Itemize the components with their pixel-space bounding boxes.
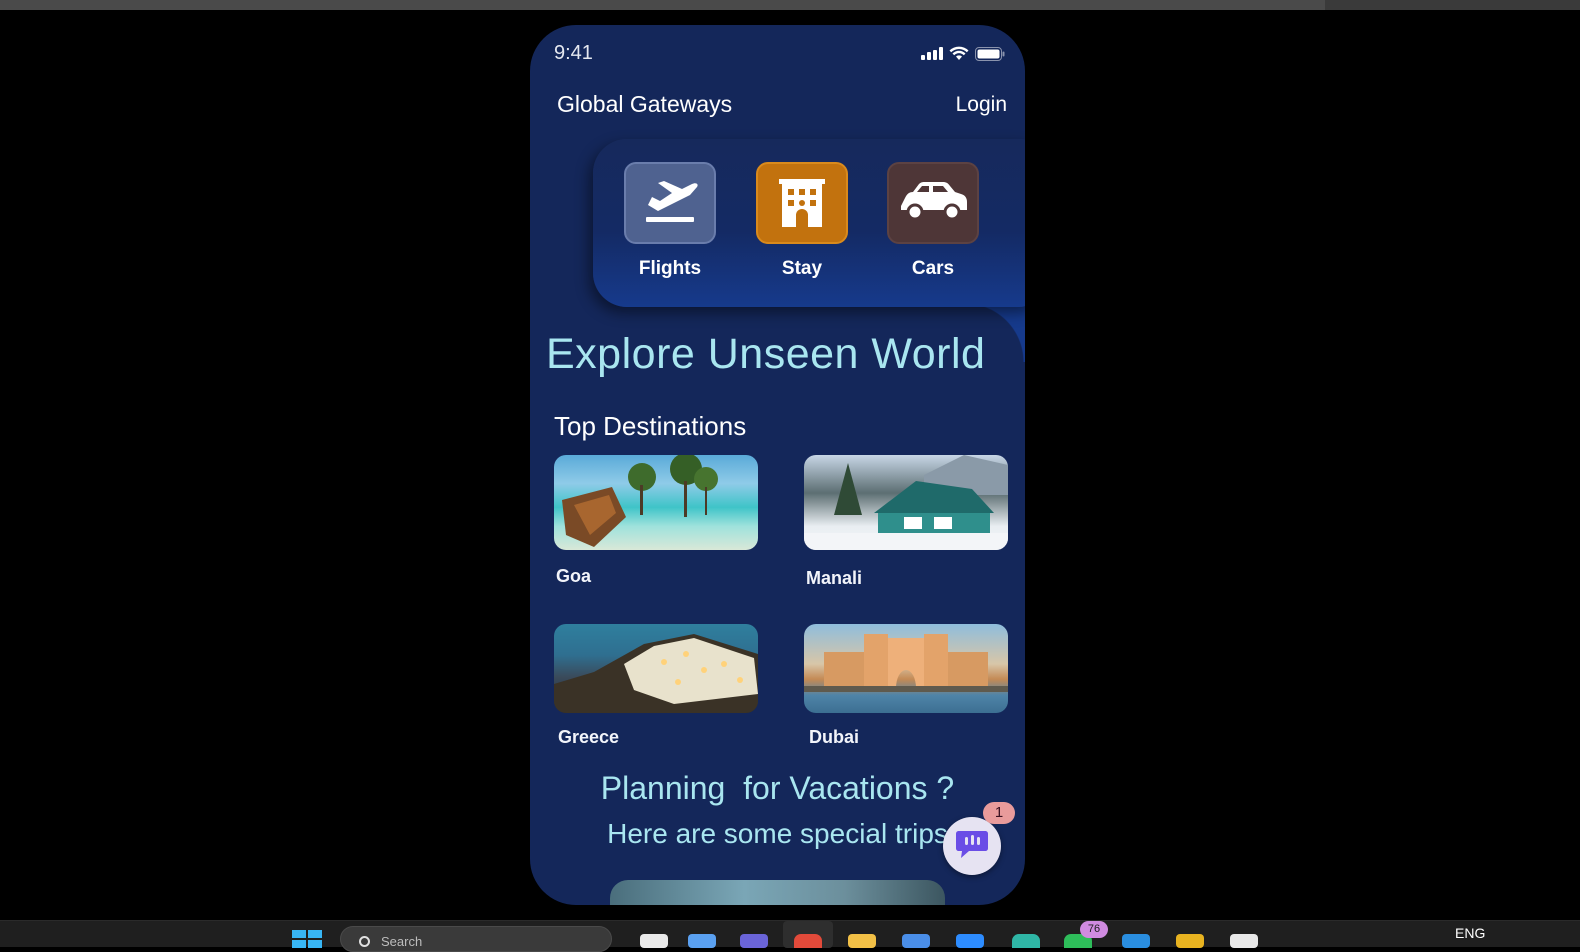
search-icon: [359, 936, 370, 947]
language-indicator[interactable]: ENG: [1455, 925, 1485, 941]
vscode-icon[interactable]: [1122, 934, 1150, 948]
browser-top-strip: [0, 0, 1580, 10]
destination-image-greece: [554, 624, 758, 713]
status-icons: [921, 46, 1005, 61]
teams-icon[interactable]: [740, 934, 768, 948]
service-cars[interactable]: Cars: [878, 162, 988, 280]
promo-title: Planning for Vacations ?: [600, 770, 955, 806]
destination-card-manali[interactable]: Manali: [804, 455, 1008, 589]
taskbar-search-input[interactable]: Search: [340, 926, 612, 952]
service-flights-label: Flights: [638, 258, 702, 279]
destination-card-greece[interactable]: Greece: [554, 624, 758, 748]
store-icon[interactable]: [902, 934, 930, 948]
powerbi-icon[interactable]: [1176, 934, 1204, 948]
destination-name-greece: Greece: [558, 727, 620, 747]
destination-image-manali: [804, 455, 1008, 550]
services-card: Flights Stay Cars: [593, 139, 1025, 307]
car-icon: [887, 162, 979, 244]
chat-icon: [955, 829, 989, 863]
destination-image-dubai: [804, 624, 1008, 713]
zoom-icon[interactable]: [956, 934, 984, 948]
special-trip-image[interactable]: [610, 880, 945, 905]
destination-card-dubai[interactable]: Dubai: [804, 624, 1008, 748]
copilot-icon[interactable]: [688, 934, 716, 948]
wifi-icon: [949, 46, 969, 61]
destination-image-goa: [554, 455, 758, 550]
app-header: Global Gateways Login: [530, 87, 1025, 127]
destination-card-goa[interactable]: Goa: [554, 455, 758, 587]
browser-scroll-track: [0, 0, 1325, 10]
destination-name-dubai: Dubai: [809, 727, 860, 747]
app-title: Global Gateways: [557, 91, 733, 117]
service-flights[interactable]: Flights: [615, 162, 725, 280]
login-link[interactable]: Login: [956, 93, 1007, 117]
battery-icon: [975, 46, 1005, 61]
service-stay[interactable]: Stay: [747, 162, 857, 280]
airplane-icon: [624, 162, 716, 244]
chat-notification-badge: 1: [983, 802, 1015, 824]
windows-taskbar: Search 76 ENG: [0, 920, 1580, 952]
windows-start-icon[interactable]: [292, 930, 322, 948]
file-explorer-icon[interactable]: [848, 934, 876, 948]
chrome-icon[interactable]: [794, 934, 822, 948]
destination-name-goa: Goa: [556, 566, 592, 586]
task-view-icon[interactable]: [640, 934, 668, 948]
chat-button[interactable]: [943, 817, 1001, 875]
hotel-icon: [756, 162, 848, 244]
hero-title: Explore Unseen World: [546, 330, 986, 378]
top-destinations-title: Top Destinations: [554, 411, 747, 441]
service-stay-label: Stay: [781, 258, 823, 279]
calendar-app-icon[interactable]: [1230, 934, 1258, 948]
signal-icon: [921, 47, 943, 60]
edge-icon[interactable]: [1012, 934, 1040, 948]
status-time: 9:41: [554, 42, 593, 64]
destination-name-manali: Manali: [806, 568, 863, 588]
phone-frame: 9:41 Global Gateways Login Flights Stay …: [530, 25, 1025, 905]
service-cars-label: Cars: [911, 258, 955, 279]
taskbar-notification-badge: 76: [1080, 921, 1108, 938]
status-bar: 9:41: [530, 25, 1025, 81]
